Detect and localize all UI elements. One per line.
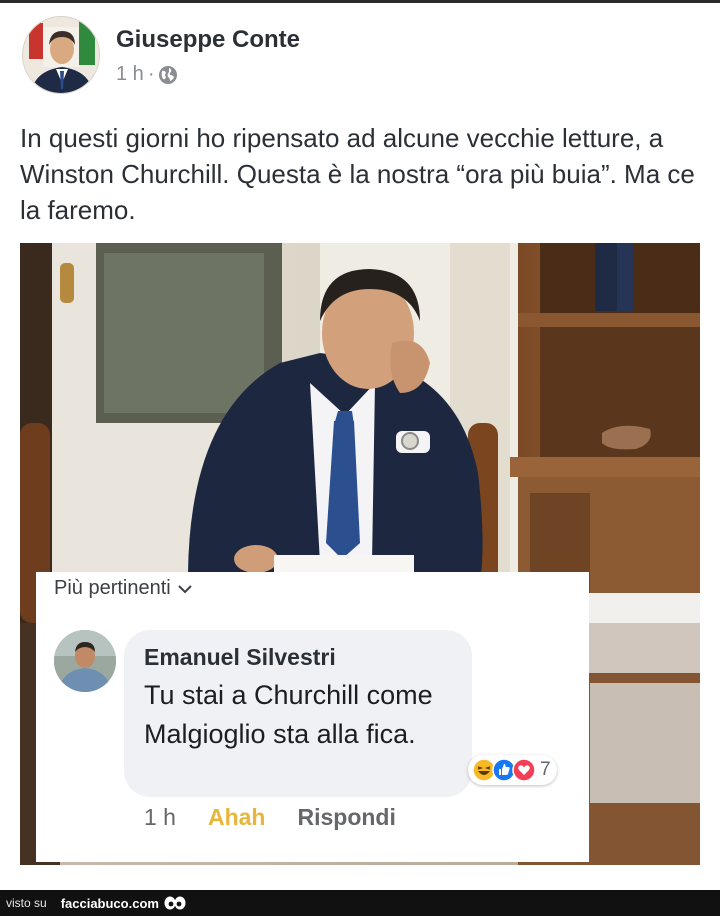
post-meta: 1 h · [116,63,178,86]
comment-time[interactable]: 1 h [144,804,176,831]
meta-separator: · [147,63,155,85]
eyes-logo-icon [164,896,186,910]
reaction-count: 7 [540,759,551,780]
footer-site-link[interactable]: facciabuco.com [61,896,159,911]
reaction-button[interactable]: Ahah [208,804,266,831]
post-text: In questi giorni ho ripensato ad alcune … [20,123,695,225]
post-time[interactable]: 1 h [116,63,144,86]
top-strip [0,0,720,3]
love-icon [512,758,536,782]
commenter-avatar[interactable] [54,630,116,692]
commenter-name[interactable]: Emanuel Silvestri [144,644,336,671]
reaction-summary[interactable]: 7 [468,755,557,785]
globe-icon[interactable] [158,65,178,85]
sort-label-text: Più pertinenti [54,577,171,599]
comment-actions: 1 h Ahah Rispondi [144,804,396,831]
author-name[interactable]: Giuseppe Conte [116,26,300,54]
comment-sort-dropdown[interactable]: Più pertinenti [54,577,193,600]
post-header: Giuseppe Conte 1 h · [22,16,702,96]
comment-card: Più pertinenti Emanuel Silvestri Tu stai… [36,572,589,862]
comment-text: Tu stai a Churchill come Malgioglio sta … [144,680,433,749]
comment-bubble[interactable]: Emanuel Silvestri Tu stai a Churchill co… [124,630,472,797]
footer-bar: visto su facciabuco.com [0,890,720,916]
author-avatar[interactable] [22,16,100,94]
footer-prefix: visto su [6,896,47,910]
reply-button[interactable]: Rispondi [297,804,395,831]
chevron-down-icon [178,584,192,593]
